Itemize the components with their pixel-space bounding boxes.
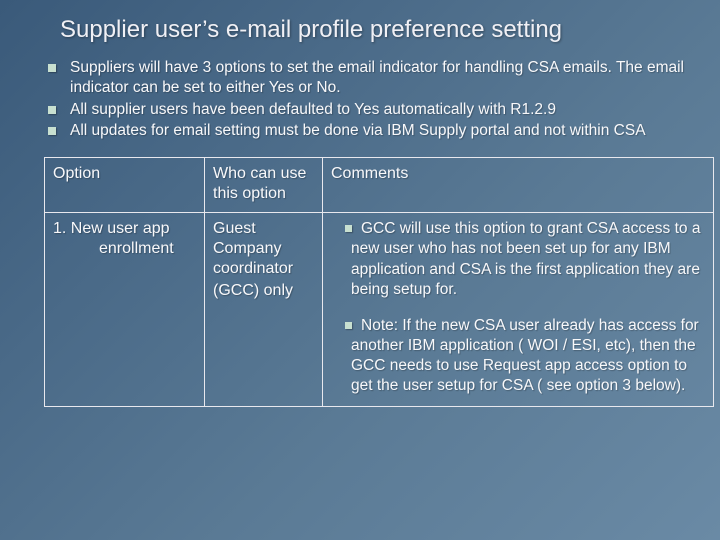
bullet-list: Suppliers will have 3 options to set the… (24, 58, 696, 141)
table-header-row: Option Who can use this option Comments (45, 158, 714, 213)
cell-who: Guest Company coordinator (GCC) only (205, 213, 323, 407)
table-row: 1. New user app enrollment Guest Company… (45, 213, 714, 407)
options-table: Option Who can use this option Comments … (44, 157, 714, 407)
header-who: Who can use this option (205, 158, 323, 213)
who-line2: (GCC) only (213, 281, 314, 301)
comment-text: GCC will use this option to grant CSA ac… (351, 220, 700, 297)
option-line2: enrollment (53, 239, 196, 259)
cell-comments: GCC will use this option to grant CSA ac… (323, 213, 714, 407)
cell-option: 1. New user app enrollment (45, 213, 205, 407)
bullet-item: All supplier users have been defaulted t… (44, 100, 690, 120)
bullet-item: All updates for email setting must be do… (44, 121, 690, 141)
who-line1: Guest Company coordinator (213, 220, 293, 277)
comment-text: Note: If the new CSA user already has ac… (351, 317, 699, 394)
slide-container: Supplier user’s e-mail profile preferenc… (0, 0, 720, 540)
option-line1: 1. New user app (53, 220, 170, 237)
header-comments: Comments (323, 158, 714, 213)
comment-item: Note: If the new CSA user already has ac… (331, 316, 705, 397)
header-option: Option (45, 158, 205, 213)
comment-bullets: GCC will use this option to grant CSA ac… (331, 219, 705, 396)
comment-item: GCC will use this option to grant CSA ac… (331, 219, 705, 300)
bullet-item: Suppliers will have 3 options to set the… (44, 58, 690, 98)
slide-title: Supplier user’s e-mail profile preferenc… (60, 16, 696, 44)
